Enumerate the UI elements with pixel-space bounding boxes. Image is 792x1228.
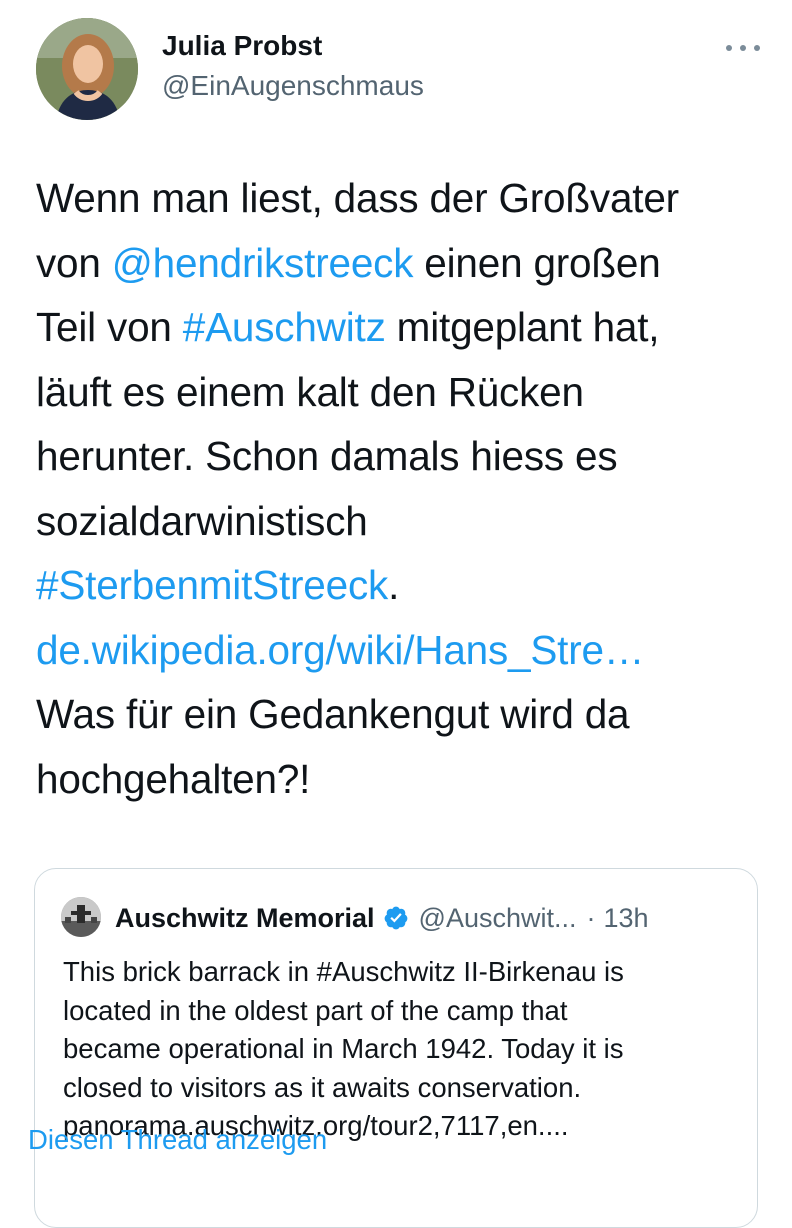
quoted-line: located in the oldest part of the camp t… (63, 994, 568, 1026)
quoted-author-handle[interactable]: @Auschwit... (419, 903, 577, 934)
text: herunter. Schon damals hiess es (36, 433, 618, 479)
avatar-photo (36, 18, 138, 120)
quoted-line: became operational in March 1942. Today … (63, 1033, 624, 1064)
tweet-line: Wenn man liest, dass der Großvater (36, 166, 766, 231)
tweet-line: Was für ein Gedankengut wird da (36, 682, 766, 747)
quoted-author-name[interactable]: Auschwitz Memorial (115, 903, 375, 934)
quoted-line: This brick barrack in #Auschwitz II-Birk… (63, 956, 624, 987)
text: hochgehalten?! (36, 755, 311, 802)
show-thread-link[interactable]: Diesen Thread anzeigen (28, 1124, 327, 1156)
tweet-line: läuft es einem kalt den Rücken (36, 360, 766, 425)
text: sozialdarwinistisch (36, 497, 368, 544)
quoted-tweet[interactable]: Auschwitz Memorial @Auschwit... · 13h Th… (34, 868, 758, 1228)
text: mitgeplant hat, (385, 304, 660, 350)
tweet-line: Teil von #Auschwitz mitgeplant hat, (36, 295, 766, 360)
quoted-header: Auschwitz Memorial @Auschwit... · 13h (115, 901, 649, 935)
more-options-icon[interactable] (724, 38, 764, 58)
url-link[interactable]: de.wikipedia.org/wiki/Hans_Stre… (36, 627, 644, 673)
verified-badge-icon (384, 906, 407, 930)
tweet-text: Wenn man liest, dass der Großvater von @… (36, 166, 766, 811)
tweet-header: Julia Probst @EinAugenschmaus (36, 18, 764, 122)
quoted-timestamp[interactable]: 13h (604, 903, 649, 934)
author-name[interactable]: Julia Probst (162, 30, 322, 62)
hashtag-link[interactable]: #SterbenmitStreeck (36, 562, 388, 608)
separator-dot: · (586, 902, 596, 933)
text: Wenn man liest, dass der Großvater (36, 175, 679, 221)
tweet-line: #SterbenmitStreeck. (36, 553, 766, 618)
quoted-line: closed to visitors as it awaits conserva… (63, 1071, 582, 1103)
text: einen großen (413, 239, 661, 286)
hashtag-link[interactable]: #Auschwitz (183, 304, 386, 350)
author-handle[interactable]: @EinAugenschmaus (162, 70, 424, 102)
tweet-line: herunter. Schon damals hiess es (36, 424, 766, 489)
text: von (36, 239, 112, 286)
mention-link[interactable]: @hendrikstreeck (112, 240, 414, 286)
quoted-text: This brick barrack in #Auschwitz II-Birk… (63, 953, 743, 1146)
quoted-author-avatar[interactable] (61, 897, 101, 937)
tweet-line: de.wikipedia.org/wiki/Hans_Stre… (36, 618, 766, 683)
text: . (388, 562, 400, 608)
tweet: Julia Probst @EinAugenschmaus Wenn man l… (0, 0, 792, 1228)
quoted-avatar-photo (61, 897, 101, 937)
tweet-line: hochgehalten?! (36, 747, 766, 812)
author-avatar[interactable] (36, 18, 138, 120)
text: Teil von (36, 304, 183, 350)
text: Was für ein Gedankengut wird da (36, 691, 630, 737)
tweet-line: sozialdarwinistisch (36, 489, 766, 554)
tweet-line: von @hendrikstreeck einen großen (36, 231, 766, 296)
text: läuft es einem kalt den Rücken (36, 368, 584, 415)
